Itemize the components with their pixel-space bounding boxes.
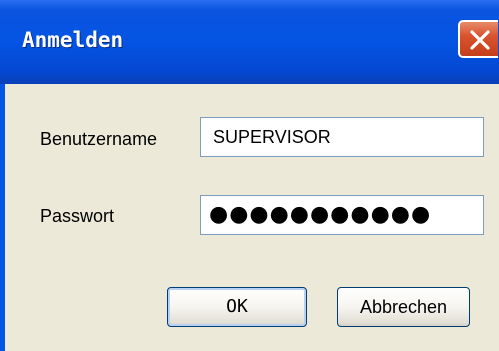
close-icon (470, 30, 490, 50)
dialog-title: Anmelden (22, 28, 124, 52)
password-value: ●●●●●●●●●●● (209, 202, 432, 227)
username-value: SUPERVISOR (213, 127, 331, 147)
username-label: Benutzername (40, 129, 158, 149)
password-field[interactable]: ●●●●●●●●●●● (200, 195, 484, 235)
close-button[interactable] (458, 20, 498, 58)
login-dialog: Anmelden Benutzername SUPERVISOR Passwor… (0, 0, 499, 351)
title-bar[interactable]: Anmelden (0, 0, 499, 84)
cancel-button[interactable]: Abbrechen (337, 287, 470, 327)
window-border (0, 84, 5, 351)
username-field[interactable]: SUPERVISOR (200, 117, 484, 157)
password-label: Passwort (40, 206, 115, 226)
ok-button[interactable]: OK (167, 287, 307, 327)
